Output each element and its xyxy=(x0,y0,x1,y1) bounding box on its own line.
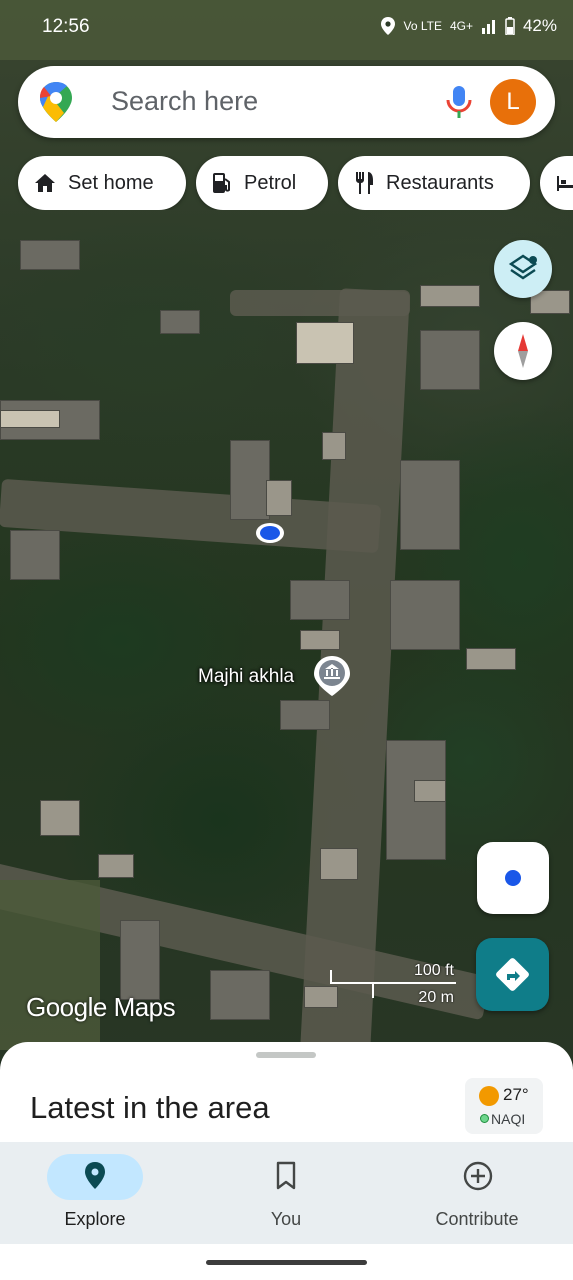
layers-button[interactable] xyxy=(494,240,552,298)
my-location-button[interactable] xyxy=(477,842,549,914)
my-location-icon xyxy=(505,870,521,886)
nav-label: You xyxy=(270,1209,302,1229)
chip-label: Set home xyxy=(68,171,154,194)
home-icon xyxy=(35,174,55,192)
fuel-pump-icon xyxy=(213,173,230,193)
google-maps-watermark: Google Maps xyxy=(26,992,176,1022)
chip-petrol[interactable]: Petrol xyxy=(196,156,328,210)
compass-button[interactable] xyxy=(494,322,552,380)
search-bar[interactable]: Search here L xyxy=(18,66,555,138)
place-label[interactable]: Majhi akhla xyxy=(198,666,294,688)
volte-label: Vo LTE xyxy=(403,19,442,33)
weather-widget[interactable]: 27° NAQI xyxy=(465,1078,543,1134)
map-scale: 100 ft 20 m xyxy=(330,962,456,1006)
sun-icon xyxy=(479,1086,499,1106)
gesture-area xyxy=(0,1244,573,1280)
sheet-drag-handle[interactable] xyxy=(256,1052,316,1058)
scale-feet: 100 ft xyxy=(413,962,454,979)
compass-icon xyxy=(518,334,528,368)
scale-meters: 20 m xyxy=(418,989,454,1006)
category-chips: Set home Petrol Restaurants xyxy=(0,156,573,210)
nav-you[interactable]: You xyxy=(191,1142,381,1244)
aqi-status-icon xyxy=(480,1114,489,1123)
gesture-bar[interactable] xyxy=(206,1260,367,1265)
bottom-navigation: Explore You Contribute xyxy=(0,1142,573,1244)
directions-icon xyxy=(496,958,529,991)
current-location-marker xyxy=(256,523,284,543)
chip-hotels[interactable] xyxy=(540,156,573,210)
location-pin-icon xyxy=(381,17,396,35)
battery-icon xyxy=(505,17,515,35)
explore-pin-icon xyxy=(85,1162,105,1189)
directions-button[interactable] xyxy=(476,938,549,1011)
sheet-title: Latest in the area xyxy=(30,1090,270,1125)
network-label: 4G+ xyxy=(449,19,473,33)
google-maps-logo-icon xyxy=(40,82,72,122)
layers-icon xyxy=(508,254,538,280)
chip-label: Restaurants xyxy=(386,171,494,194)
weather-temperature: 27° xyxy=(503,1085,529,1104)
chip-label: Petrol xyxy=(244,171,297,194)
status-icons: Vo LTE 4G+ 42% xyxy=(381,16,557,36)
weather-aqi: NAQI xyxy=(491,1111,526,1127)
fork-knife-icon xyxy=(356,172,373,194)
battery-percent: 42% xyxy=(522,16,557,35)
nav-explore[interactable]: Explore xyxy=(0,1142,190,1244)
nav-contribute[interactable]: Contribute xyxy=(382,1142,572,1244)
bed-icon xyxy=(557,176,573,191)
nav-label: Contribute xyxy=(435,1209,519,1229)
search-input[interactable]: Search here xyxy=(111,86,258,117)
status-bar: 12:56 Vo LTE 4G+ 42% xyxy=(0,0,573,56)
place-pin-icon[interactable] xyxy=(313,655,351,697)
add-circle-icon xyxy=(463,1161,493,1191)
nav-label: Explore xyxy=(64,1209,126,1229)
chip-set-home[interactable]: Set home xyxy=(18,156,186,210)
mic-icon[interactable] xyxy=(442,84,476,120)
chip-restaurants[interactable]: Restaurants xyxy=(338,156,530,210)
signal-icon xyxy=(481,20,495,34)
status-time: 12:56 xyxy=(42,16,90,37)
avatar[interactable]: L xyxy=(490,79,536,125)
bookmark-icon xyxy=(276,1161,296,1190)
